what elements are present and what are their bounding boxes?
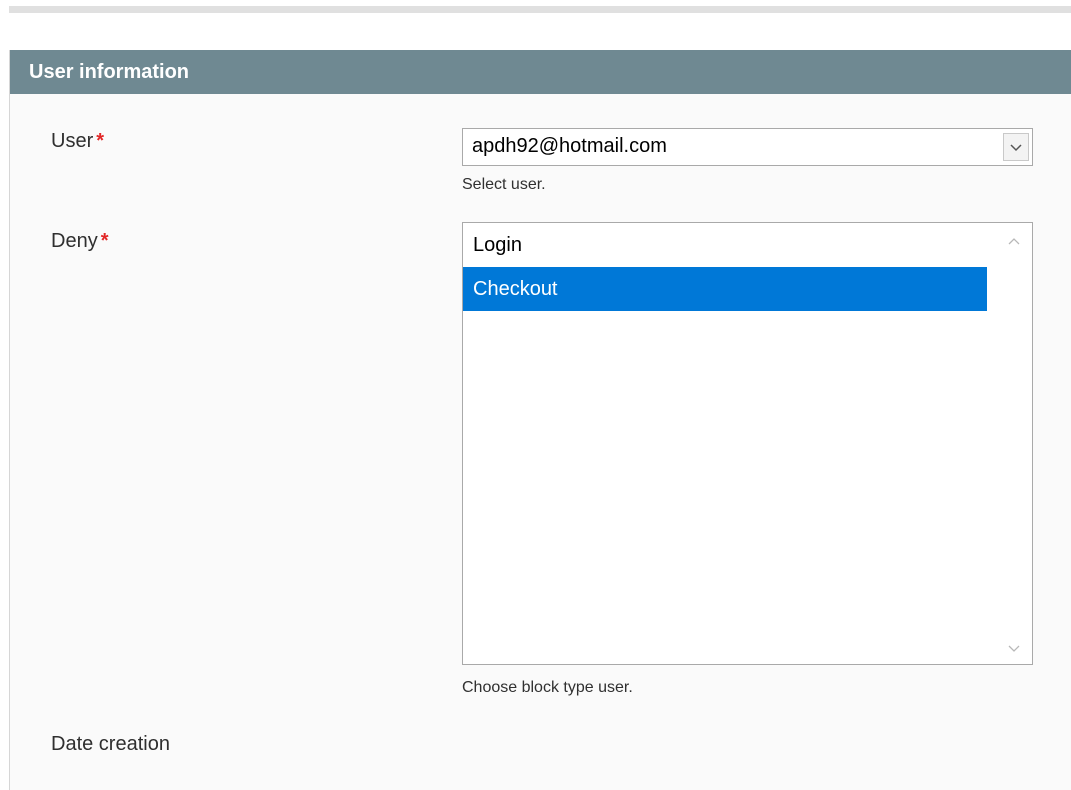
chevron-down-icon[interactable] (1006, 641, 1022, 653)
date-creation-label: Date creation (51, 733, 170, 755)
deny-label-text: Deny (51, 230, 98, 252)
user-label: User * (51, 130, 104, 153)
user-select[interactable]: apdh92@hotmail.com (462, 128, 1033, 166)
fieldset-title: User information (10, 50, 1071, 94)
listbox-scrollbar[interactable] (996, 223, 1032, 664)
deny-select-note: Choose block type user. (462, 679, 633, 696)
top-divider (9, 6, 1071, 13)
user-information-fieldset: User information User * apdh92@hotmail.co… (9, 50, 1071, 790)
required-asterisk: * (100, 230, 109, 252)
user-select-note: Select user. (462, 176, 546, 193)
deny-option-checkout[interactable]: Checkout (463, 267, 987, 311)
user-select-value: apdh92@hotmail.com (472, 135, 667, 157)
deny-multiselect[interactable]: Login Checkout (462, 222, 1033, 665)
deny-label: Deny * (51, 230, 109, 253)
deny-option-login[interactable]: Login (463, 223, 987, 267)
chevron-up-icon[interactable] (1006, 235, 1022, 247)
required-asterisk: * (96, 130, 105, 152)
user-label-text: User (51, 130, 94, 152)
chevron-down-icon[interactable] (1003, 133, 1029, 161)
